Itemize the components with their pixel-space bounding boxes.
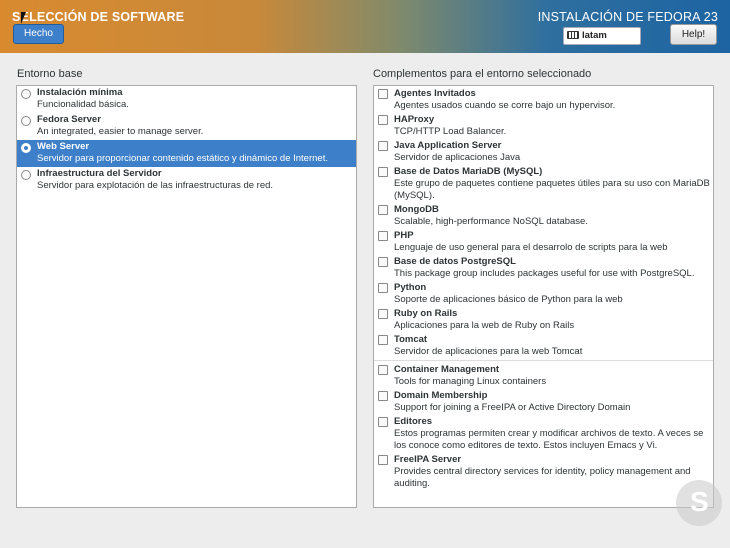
item-name: HAProxy — [394, 114, 435, 125]
item-name: Web Server — [37, 141, 90, 152]
addon-item[interactable]: Python Soporte de aplicaciones básico de … — [374, 280, 713, 306]
item-desc: Tools for managing Linux containers — [394, 376, 547, 387]
item-desc: Este grupo de paquetes contiene paquetes… — [394, 178, 710, 201]
checkbox[interactable] — [378, 455, 388, 465]
checkbox[interactable] — [378, 115, 388, 125]
item-name: MongoDB — [394, 204, 439, 215]
radio-button[interactable] — [21, 116, 31, 126]
item-name: Python — [394, 282, 427, 293]
item-desc: This package group includes packages use… — [394, 268, 695, 279]
addon-item[interactable]: Tomcat Servidor de aplicaciones para la w… — [374, 332, 713, 358]
base-env-item-web-server[interactable]: Web Server Servidor para proporcionar co… — [17, 140, 356, 167]
item-desc: Lenguaje de uso general para el desarrol… — [394, 242, 668, 253]
checkbox[interactable] — [378, 335, 388, 345]
keyboard-icon — [567, 31, 579, 40]
radio-button[interactable] — [21, 170, 31, 180]
addon-item[interactable]: Ruby on Rails Aplicaciones para la web de… — [374, 306, 713, 332]
addons-label: Complementos para el entorno seleccionad… — [373, 68, 592, 80]
item-desc: Servidor para explotación de las infraes… — [37, 180, 274, 191]
addon-item[interactable]: MongoDB Scalable, high-performance NoSQL … — [374, 202, 713, 228]
checkbox[interactable] — [378, 391, 388, 401]
item-desc: Estos programas permiten crear y modific… — [394, 428, 704, 451]
item-name: Instalación mínima — [37, 87, 123, 98]
item-desc: Agentes usados cuando se corre bajo un h… — [394, 100, 616, 111]
checkbox[interactable] — [378, 167, 388, 177]
checkbox[interactable] — [378, 257, 388, 267]
checkbox[interactable] — [378, 365, 388, 375]
checkbox[interactable] — [378, 283, 388, 293]
done-button[interactable]: Hecho — [13, 24, 64, 44]
keyboard-layout-label: latam — [582, 30, 607, 41]
checkbox[interactable] — [378, 231, 388, 241]
list-separator — [374, 360, 713, 361]
page-title: SELECCIÓN DE SOFTWARE — [12, 10, 185, 24]
addon-item[interactable]: Base de datos PostgreSQL This package gro… — [374, 254, 713, 280]
addon-item[interactable]: HAProxy TCP/HTTP Load Balancer. — [374, 112, 713, 138]
install-title: INSTALACIÓN DE FEDORA 23 — [537, 10, 718, 24]
item-name: Domain Membership — [394, 390, 488, 401]
addon-item[interactable]: Editores Estos programas permiten crear y… — [374, 414, 713, 452]
addon-item[interactable]: FreeIPA Server Provides central directory… — [374, 452, 713, 490]
watermark-logo — [676, 480, 722, 526]
item-name: PHP — [394, 230, 414, 241]
item-name: Container Management — [394, 364, 500, 375]
item-name: Ruby on Rails — [394, 308, 458, 319]
item-desc: Servidor para proporcionar contenido est… — [37, 153, 328, 164]
radio-button-selected[interactable] — [21, 143, 31, 153]
item-desc: Soporte de aplicaciones básico de Python… — [394, 294, 623, 305]
item-desc: Funcionalidad básica. — [37, 99, 129, 110]
radio-button[interactable] — [21, 89, 31, 99]
base-env-list: Instalación mínima Funcionalidad básica.… — [16, 85, 357, 508]
item-name: Java Application Server — [394, 140, 502, 151]
addons-list: Agentes Invitados Agentes usados cuando s… — [373, 85, 714, 508]
item-name: Base de datos PostgreSQL — [394, 256, 516, 267]
item-name: Infraestructura del Servidor — [37, 168, 162, 179]
item-name: FreeIPA Server — [394, 454, 462, 465]
item-desc: An integrated, easier to manage server. — [37, 126, 204, 137]
mouse-cursor-icon — [21, 12, 26, 24]
item-desc: Provides central directory services for … — [394, 466, 691, 489]
addon-item[interactable]: PHP Lenguaje de uso general para el desar… — [374, 228, 713, 254]
base-env-item-fedora-server[interactable]: Fedora Server An integrated, easier to m… — [17, 113, 356, 140]
addon-item[interactable]: Java Application Server Servidor de aplic… — [374, 138, 713, 164]
help-button[interactable]: Help! — [670, 24, 717, 45]
item-desc: TCP/HTTP Load Balancer. — [394, 126, 507, 137]
base-env-item-minimal[interactable]: Instalación mínima Funcionalidad básica. — [17, 86, 356, 113]
item-desc: Servidor de aplicaciones para la web Tom… — [394, 346, 583, 357]
item-desc: Aplicaciones para la web de Ruby on Rail… — [394, 320, 575, 331]
addon-item[interactable]: Container Management Tools for managing L… — [374, 362, 713, 388]
item-desc: Scalable, high-performance NoSQL databas… — [394, 216, 588, 227]
keyboard-layout-indicator[interactable]: latam — [563, 27, 641, 45]
checkbox[interactable] — [378, 309, 388, 319]
item-desc: Support for joining a FreeIPA or Active … — [394, 402, 631, 413]
item-desc: Servidor de aplicaciones Java — [394, 152, 521, 163]
checkbox[interactable] — [378, 141, 388, 151]
checkbox[interactable] — [378, 89, 388, 99]
addon-item[interactable]: Domain Membership Support for joining a F… — [374, 388, 713, 414]
item-name: Tomcat — [394, 334, 428, 345]
item-name: Fedora Server — [37, 114, 101, 125]
item-name: Base de Datos MariaDB (MySQL) — [394, 166, 543, 177]
base-env-item-infrastructure[interactable]: Infraestructura del Servidor Servidor pa… — [17, 167, 356, 194]
checkbox[interactable] — [378, 417, 388, 427]
top-header: SELECCIÓN DE SOFTWARE INSTALACIÓN DE FED… — [0, 0, 730, 53]
checkbox[interactable] — [378, 205, 388, 215]
addon-item[interactable]: Base de Datos MariaDB (MySQL) Este grupo … — [374, 164, 713, 202]
base-env-label: Entorno base — [17, 68, 83, 80]
item-name: Editores — [394, 416, 433, 427]
item-name: Agentes Invitados — [394, 88, 476, 99]
addon-item[interactable]: Agentes Invitados Agentes usados cuando s… — [374, 86, 713, 112]
